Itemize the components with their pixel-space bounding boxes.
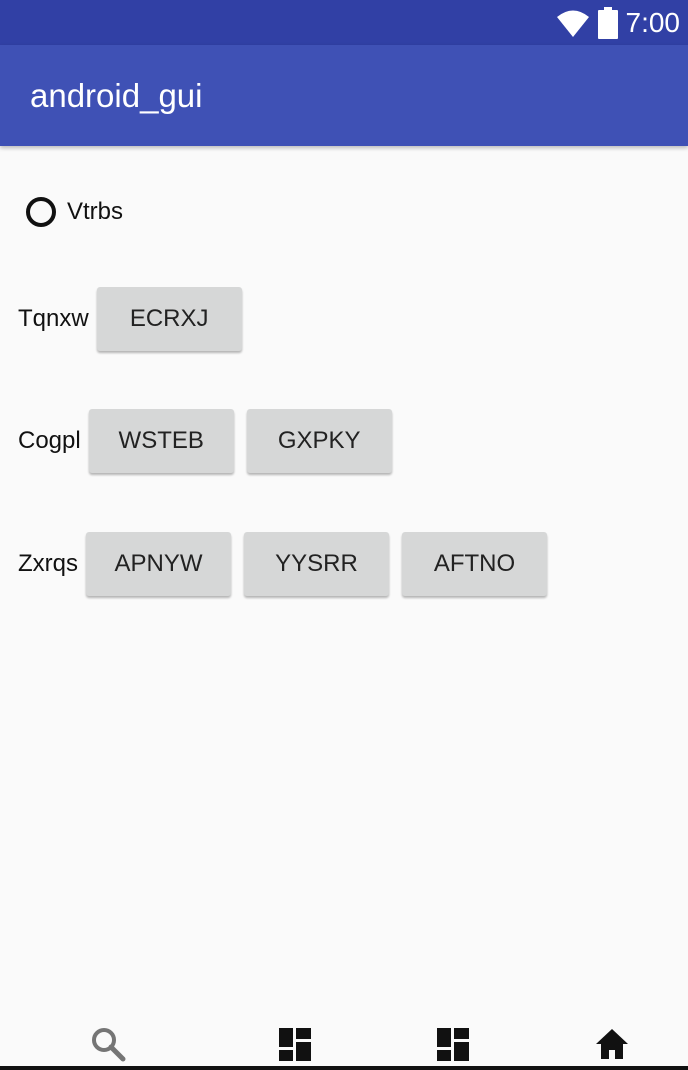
- button-yysrr[interactable]: YYSRR: [244, 532, 389, 596]
- app-bar: android_gui: [0, 45, 688, 146]
- battery-icon: [597, 6, 618, 39]
- row-label-zxrqs: Zxrqs: [18, 550, 78, 577]
- row-label-cogpl: Cogpl: [18, 427, 81, 454]
- search-icon[interactable]: [90, 1026, 126, 1062]
- button-aftno[interactable]: AFTNO: [402, 532, 547, 596]
- status-bar: 7:00: [0, 0, 688, 45]
- bottom-divider: [0, 1066, 688, 1070]
- app-title: android_gui: [30, 77, 203, 114]
- dashboard-icon[interactable]: [277, 1026, 313, 1062]
- dashboard-icon[interactable]: [435, 1026, 471, 1062]
- radio-label: Vtrbs: [67, 198, 124, 225]
- wifi-icon: [556, 10, 589, 37]
- bottom-nav: [0, 1018, 688, 1070]
- radio-vtrbs[interactable]: Vtrbs: [26, 190, 123, 234]
- row-tqnxw: Tqnxw ECRXJ: [18, 284, 255, 354]
- button-ecrxj[interactable]: ECRXJ: [96, 287, 242, 351]
- status-time: 7:00: [625, 7, 681, 38]
- button-gxpky[interactable]: GXPKY: [246, 409, 392, 473]
- row-zxrqs: Zxrqs APNYW YYSRR AFTNO: [18, 529, 560, 599]
- button-apnyw[interactable]: APNYW: [86, 532, 231, 596]
- row-cogpl: Cogpl WSTEB GXPKY: [18, 406, 405, 476]
- row-label-tqnxw: Tqnxw: [18, 305, 89, 332]
- home-icon[interactable]: [594, 1026, 630, 1062]
- radio-button-circle[interactable]: [26, 197, 56, 227]
- status-icons: 7:00: [556, 0, 681, 45]
- button-wsteb[interactable]: WSTEB: [88, 409, 234, 473]
